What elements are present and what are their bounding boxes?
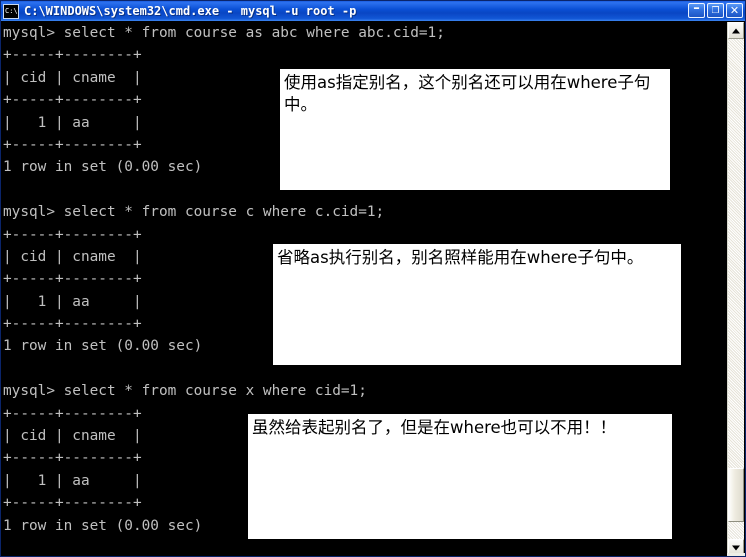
annotation-callout-2: 省略as执行别名，别名照样能用在where子句中。 <box>273 244 681 365</box>
window-title: C:\WINDOWS\system32\cmd.exe - mysql -u r… <box>24 4 357 18</box>
chevron-down-icon <box>732 545 740 550</box>
annotation-text: 使用as指定别名，这个别名还可以用在where子句中。 <box>284 73 651 114</box>
annotation-text: 省略as执行别名，别名照样能用在where子句中。 <box>277 248 644 267</box>
console-line: mysql> select * from course c where c.ci… <box>3 204 385 221</box>
scrollbar-corner <box>727 553 745 556</box>
console-window: C:\ C:\WINDOWS\system32\cmd.exe - mysql … <box>0 0 746 557</box>
scroll-up-arrow-button[interactable] <box>728 22 744 39</box>
maximize-button[interactable]: ❐ <box>707 3 724 18</box>
annotation-text: 虽然给表起别名了，但是在where也可以不用！！ <box>252 418 617 437</box>
scrollbar-track[interactable] <box>728 39 744 539</box>
close-icon: ✕ <box>729 4 740 17</box>
minimize-icon: – <box>693 1 700 16</box>
console-client-area[interactable]: mysql> select * from course as abc where… <box>2 22 729 556</box>
title-bar[interactable]: C:\ C:\WINDOWS\system32\cmd.exe - mysql … <box>1 1 745 21</box>
window-controls: – ❐ ✕ <box>688 1 743 18</box>
console-line: +-----+--------+ <box>3 226 142 243</box>
annotation-callout-3: 虽然给表起别名了，但是在where也可以不用！！ <box>248 414 672 539</box>
console-line: +-----+--------+ <box>3 47 142 64</box>
vertical-scrollbar[interactable] <box>727 22 744 556</box>
cmd-console-icon: C:\ <box>3 3 19 19</box>
window-left-edge <box>1 22 2 556</box>
annotation-callout-1: 使用as指定别名，这个别名还可以用在where子句中。 <box>280 69 670 190</box>
close-button[interactable]: ✕ <box>726 3 743 18</box>
maximize-icon: ❐ <box>711 6 720 16</box>
console-line: mysql> select * from course x where cid=… <box>3 383 367 400</box>
console-line: mysql> select * from course as abc where… <box>3 25 445 41</box>
scrollbar-thumb[interactable] <box>728 468 744 522</box>
chevron-up-icon <box>732 28 740 33</box>
minimize-button[interactable]: – <box>688 1 705 18</box>
